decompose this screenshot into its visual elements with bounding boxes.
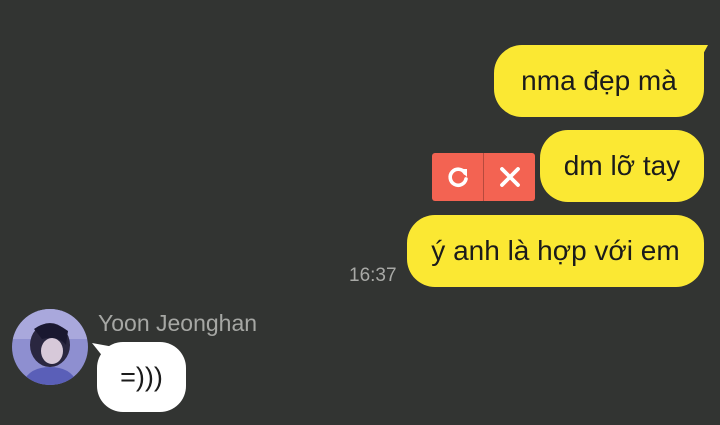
close-icon <box>499 167 520 187</box>
delete-button[interactable] <box>483 153 535 201</box>
incoming-message[interactable]: =))) <box>97 342 186 412</box>
refresh-icon <box>447 167 468 187</box>
failed-send-actions <box>432 153 535 201</box>
message-timestamp: 16:37 <box>349 265 397 286</box>
sender-name: Yoon Jeonghan <box>98 310 258 336</box>
outgoing-message[interactable]: dm lỡ tay <box>540 130 704 202</box>
message-text: dm lỡ tay <box>563 150 681 181</box>
outgoing-message[interactable]: nma đẹp mà <box>494 45 704 117</box>
avatar-image <box>12 309 88 385</box>
message-text: nma đẹp mà <box>521 65 677 96</box>
resend-button[interactable] <box>432 153 483 201</box>
outgoing-message[interactable]: ý anh là hợp với em <box>407 215 704 287</box>
message-text: ý anh là hợp với em <box>431 235 680 266</box>
message-text: =))) <box>120 361 163 392</box>
avatar[interactable] <box>12 309 88 385</box>
bubble-tail <box>690 45 708 67</box>
